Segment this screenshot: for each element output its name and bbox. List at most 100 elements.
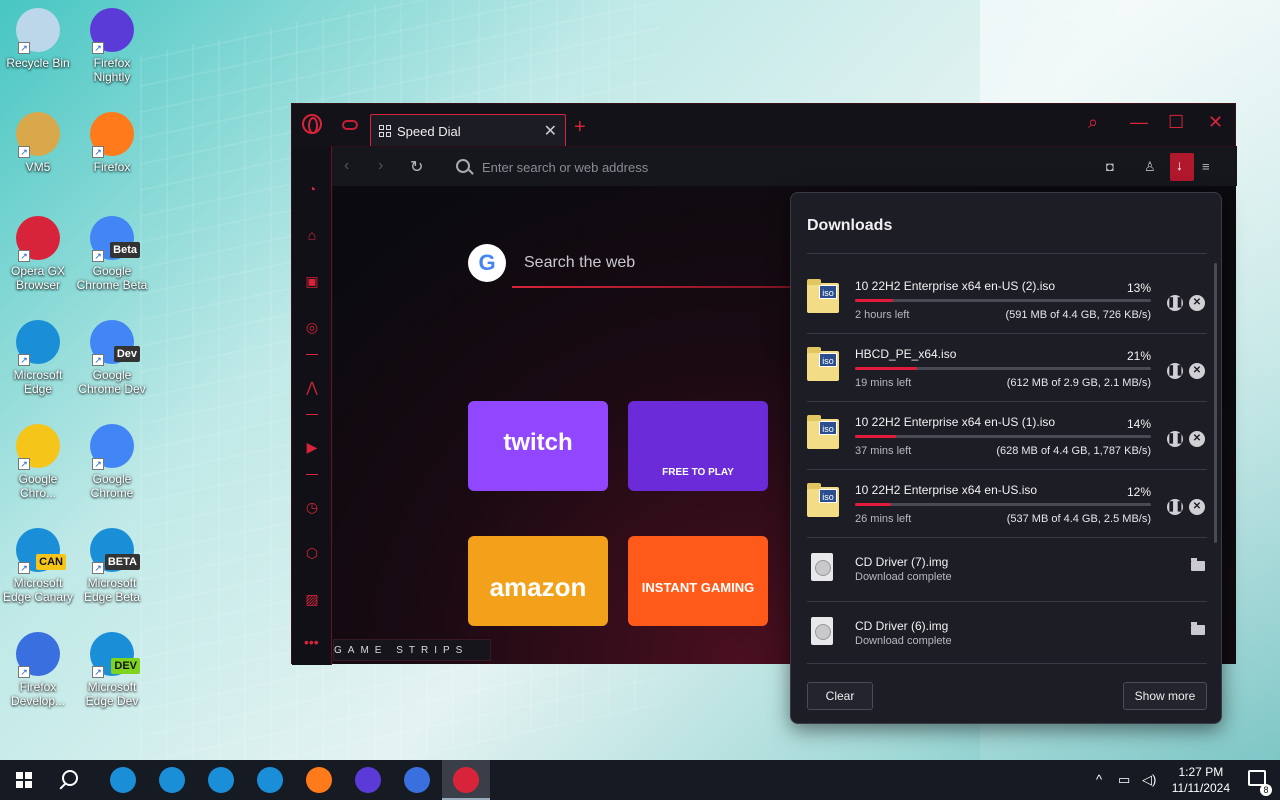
clear-button[interactable]: Clear bbox=[807, 682, 873, 710]
network-icon[interactable]: ▭ bbox=[1118, 772, 1130, 788]
opera-gx-logo-icon[interactable] bbox=[302, 114, 322, 134]
back-button[interactable]: ‹ bbox=[344, 157, 349, 175]
address-input[interactable] bbox=[482, 155, 1042, 179]
divider bbox=[807, 663, 1207, 664]
desktop-icon-label: Recycle Bin bbox=[6, 56, 70, 70]
cancel-download-button[interactable]: ✕ bbox=[1189, 295, 1205, 311]
gx-control-icon[interactable]: ◔ bbox=[303, 180, 321, 198]
player-icon[interactable]: ▶ bbox=[303, 438, 321, 456]
show-in-folder-icon[interactable] bbox=[1191, 622, 1205, 635]
taskbar-clock[interactable]: 1:27 PM 11/11/2024 bbox=[1172, 764, 1230, 796]
desktop-icon[interactable]: ↗ DEV Microsoft Edge Dev bbox=[74, 632, 150, 708]
app-icon: ↗ bbox=[16, 216, 60, 262]
history-icon[interactable]: ◷ bbox=[303, 498, 321, 516]
game-strips-label[interactable]: GAME STRIPS bbox=[333, 639, 491, 661]
aria-icon[interactable]: ⋀ bbox=[303, 378, 321, 396]
camera-icon[interactable]: ◘ bbox=[1106, 159, 1122, 174]
taskbar-search-icon[interactable] bbox=[62, 770, 78, 786]
download-item-complete[interactable]: CD Driver (6).img Download complete bbox=[791, 603, 1223, 667]
pause-download-button[interactable]: ❚❚ bbox=[1167, 431, 1184, 447]
desktop-icon[interactable]: ↗ BETA Microsoft Edge Beta bbox=[74, 528, 150, 604]
desktop-icon[interactable]: ↗ Google Chro... bbox=[0, 424, 76, 500]
forward-button[interactable]: › bbox=[378, 157, 383, 175]
shortcut-arrow-icon: ↗ bbox=[18, 666, 30, 678]
download-progress-bar bbox=[855, 367, 1151, 370]
desktop-icon-label: Microsoft Edge bbox=[13, 368, 63, 396]
download-item-complete[interactable]: CD Driver (7).img Download complete bbox=[791, 539, 1223, 603]
reload-button[interactable]: ↻ bbox=[410, 157, 423, 177]
downloads-scrollbar[interactable] bbox=[1214, 263, 1217, 543]
volume-icon[interactable]: ◁) bbox=[1142, 772, 1156, 788]
desktop-icon-label: VM5 bbox=[25, 160, 51, 174]
notification-count: 8 bbox=[1260, 784, 1272, 796]
extensions-cube-icon[interactable]: ⬡ bbox=[303, 544, 321, 562]
download-progress-fill bbox=[855, 299, 894, 302]
gamepad-icon[interactable] bbox=[342, 120, 358, 130]
minimize-button[interactable]: — bbox=[1130, 112, 1148, 133]
speed-dial-tile[interactable]: twitch bbox=[468, 401, 608, 491]
pause-download-button[interactable]: ❚❚ bbox=[1167, 499, 1184, 515]
tab-close-icon[interactable]: ✕ bbox=[544, 121, 557, 141]
taskbar-firefox-nightly-icon[interactable] bbox=[355, 767, 381, 793]
channel-badge: CAN bbox=[36, 554, 66, 570]
shortcut-arrow-icon: ↗ bbox=[92, 458, 104, 470]
taskbar-firefox-icon[interactable] bbox=[306, 767, 332, 793]
desktop-icon[interactable]: ↗ Google Chrome bbox=[74, 424, 150, 500]
speed-dial-tile[interactable]: INSTANT GAMING bbox=[628, 536, 768, 626]
desktop-icon[interactable]: ↗ VM5 bbox=[0, 112, 76, 174]
download-progress-bar bbox=[855, 299, 1151, 302]
close-window-button[interactable]: ✕ bbox=[1208, 112, 1223, 133]
show-more-button[interactable]: Show more bbox=[1123, 682, 1207, 710]
download-item[interactable]: iso 10 22H2 Enterprise x64 en-US.iso 12% 26… bbox=[791, 471, 1223, 539]
cancel-download-button[interactable]: ✕ bbox=[1189, 499, 1205, 515]
divider bbox=[807, 401, 1207, 402]
desktop-icon[interactable]: ↗ Firefox bbox=[74, 112, 150, 174]
download-item[interactable]: iso 10 22H2 Enterprise x64 en-US (1).iso 1… bbox=[791, 403, 1223, 471]
taskbar-edge-dev-icon[interactable] bbox=[257, 767, 283, 793]
desktop-icon[interactable]: ↗ Opera GX Browser bbox=[0, 216, 76, 292]
desktop-icon[interactable]: ↗ Dev Google Chrome Dev bbox=[74, 320, 150, 396]
tile-label: twitch bbox=[503, 429, 573, 456]
easy-setup-menu-icon[interactable]: ≡ bbox=[1202, 159, 1218, 174]
windows-start-icon[interactable] bbox=[16, 772, 32, 788]
taskbar-edge-beta-icon[interactable] bbox=[159, 767, 185, 793]
desktop-icon[interactable]: ↗ Recycle Bin bbox=[0, 8, 76, 70]
speed-dial-tile[interactable]: amazon bbox=[468, 536, 608, 626]
shortcut-arrow-icon: ↗ bbox=[92, 354, 104, 366]
download-file-name: CD Driver (7).img bbox=[855, 555, 949, 569]
cancel-download-button[interactable]: ✕ bbox=[1189, 363, 1205, 379]
taskbar-firefox-developer-icon[interactable] bbox=[404, 767, 430, 793]
desktop-icon[interactable]: ↗ CAN Microsoft Edge Canary bbox=[0, 528, 76, 604]
download-percent: 12% bbox=[1126, 485, 1151, 499]
taskbar-opera-gx-icon[interactable] bbox=[453, 767, 479, 793]
pause-download-button[interactable]: ❚❚ bbox=[1167, 363, 1184, 379]
desktop-icon[interactable]: ↗ Firefox Nightly bbox=[74, 8, 150, 84]
show-hidden-icons-icon[interactable]: ^ bbox=[1096, 772, 1102, 787]
cancel-download-button[interactable]: ✕ bbox=[1189, 431, 1205, 447]
divider bbox=[807, 333, 1207, 334]
desktop-icon[interactable]: ↗ Microsoft Edge bbox=[0, 320, 76, 396]
desktop-icon[interactable]: ↗ Beta Google Chrome Beta bbox=[74, 216, 150, 292]
taskbar-edge-canary-icon[interactable] bbox=[208, 767, 234, 793]
taskbar-edge-icon[interactable] bbox=[110, 767, 136, 793]
wallpaper-icon[interactable]: ▨ bbox=[303, 590, 321, 608]
app-icon: ↗ bbox=[16, 424, 60, 470]
account-icon[interactable]: ♙ bbox=[1144, 159, 1160, 174]
pause-download-button[interactable]: ❚❚ bbox=[1167, 295, 1184, 311]
tab-speed-dial[interactable]: Speed Dial ✕ bbox=[370, 114, 566, 146]
download-item[interactable]: iso 10 22H2 Enterprise x64 en-US (2).iso 1… bbox=[791, 267, 1223, 335]
new-tab-button[interactable]: + bbox=[574, 116, 586, 139]
disc-image-file-icon bbox=[811, 617, 833, 645]
search-tabs-icon[interactable]: ⌕ bbox=[1088, 112, 1098, 133]
show-in-folder-icon[interactable] bbox=[1191, 558, 1205, 571]
iso-file-icon: iso bbox=[807, 415, 839, 449]
twitch-icon[interactable]: ▣ bbox=[303, 272, 321, 290]
gx-corner-icon[interactable]: ⌂ bbox=[303, 226, 321, 244]
downloads-button[interactable] bbox=[1170, 153, 1194, 181]
more-icon[interactable]: ••• bbox=[304, 634, 319, 650]
desktop-icon[interactable]: ↗ Firefox Develop... bbox=[0, 632, 76, 708]
instagram-icon[interactable]: ◎ bbox=[303, 318, 321, 336]
download-item[interactable]: iso HBCD_PE_x64.iso 21% 19 mins left (612 MB… bbox=[791, 335, 1223, 403]
maximize-button[interactable]: ☐ bbox=[1168, 112, 1184, 133]
speed-dial-tile[interactable]: FREE TO PLAY bbox=[628, 401, 768, 491]
